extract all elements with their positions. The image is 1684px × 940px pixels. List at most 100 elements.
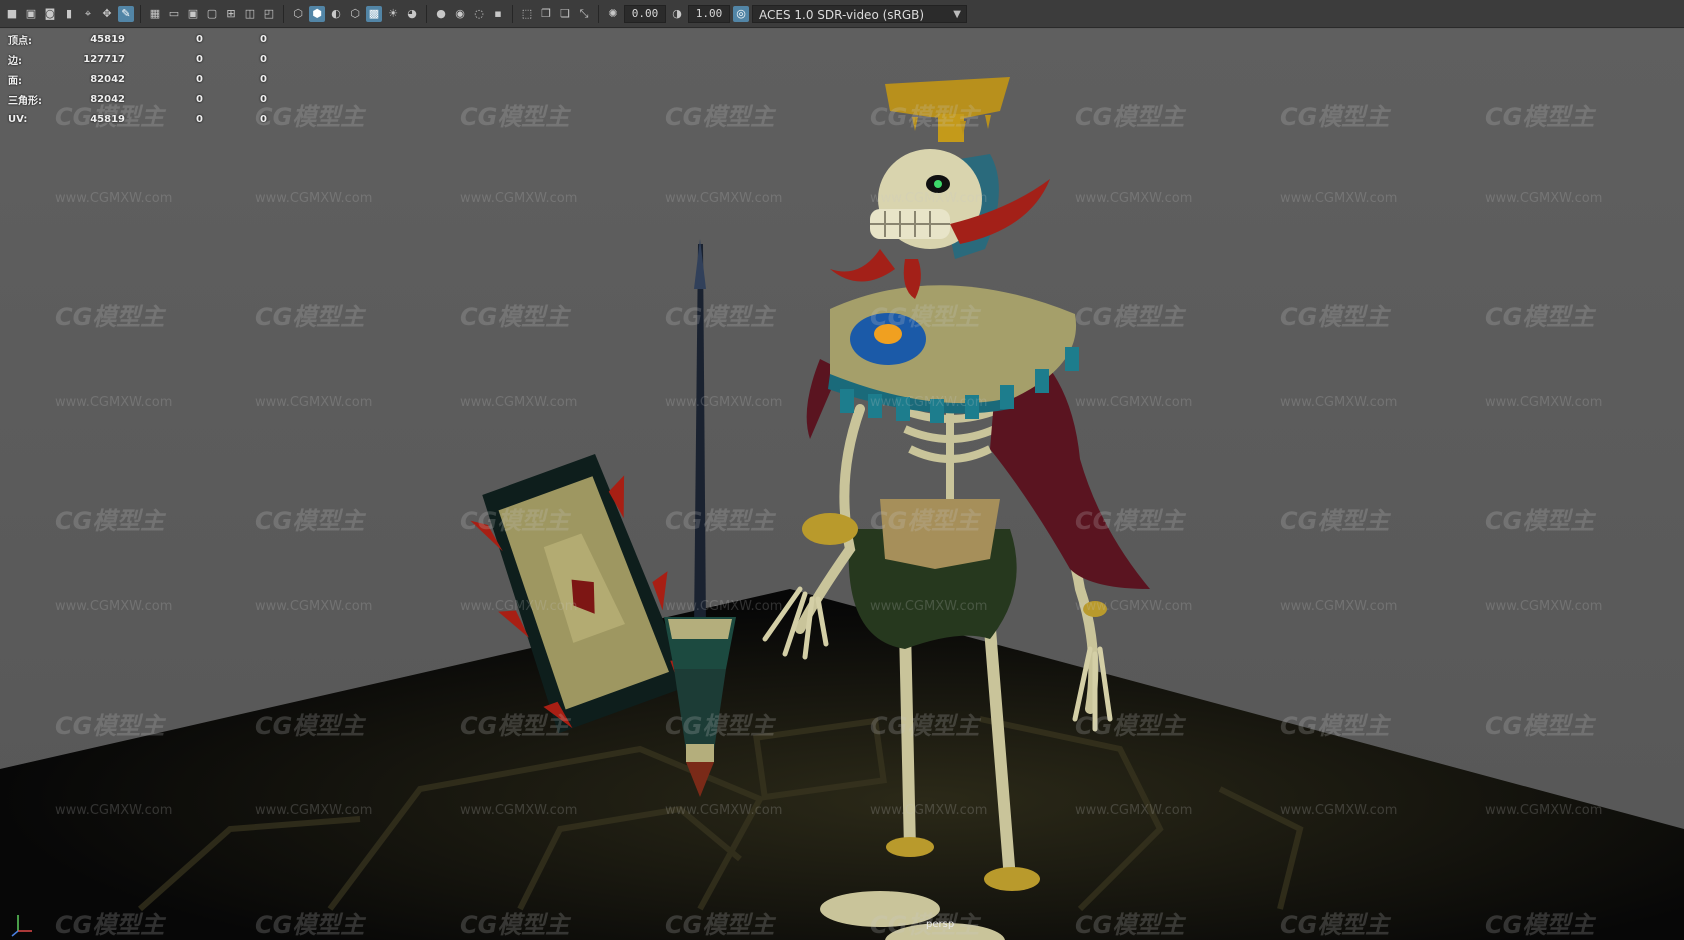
watermark-logo: CG模型主 bbox=[255, 911, 365, 939]
watermark-logo: CG模型主 bbox=[1075, 911, 1185, 939]
watermark-logo: CG模型主 bbox=[1075, 103, 1185, 131]
watermark-logo: CG模型主 bbox=[1075, 712, 1185, 740]
watermark-logo: CG模型主 bbox=[1485, 911, 1595, 939]
watermark-logo: CG模型主 bbox=[1280, 712, 1390, 740]
watermark-logo: CG模型主 bbox=[460, 712, 570, 740]
resolution-gate-icon[interactable]: ▣ bbox=[185, 6, 201, 22]
watermark-logo: CG模型主 bbox=[255, 103, 365, 131]
view-transform-select[interactable]: ACES 1.0 SDR-video (sRGB) ▼ bbox=[752, 4, 967, 23]
camera-attributes-icon[interactable]: ▣ bbox=[23, 6, 39, 22]
watermark-logo: CG模型主 bbox=[1280, 303, 1390, 331]
grid-icon[interactable]: ▦ bbox=[147, 6, 163, 22]
hud-value: 0 bbox=[196, 93, 203, 105]
watermark-url: www.CGMXW.com bbox=[1485, 191, 1603, 206]
watermark-logo: CG模型主 bbox=[1280, 507, 1390, 535]
textured-icon[interactable]: ▩ bbox=[366, 5, 382, 22]
hud-row: 三角形: 82042 0 0 bbox=[8, 89, 267, 109]
watermark-url: www.CGMXW.com bbox=[665, 191, 783, 206]
watermark-url: www.CGMXW.com bbox=[1280, 599, 1398, 614]
film-gate-icon[interactable]: ▭ bbox=[166, 6, 182, 22]
watermark-url: www.CGMXW.com bbox=[1075, 191, 1193, 206]
poly-count-hud: 顶点: 45819 0 0 边: 127717 0 0 面: 82042 0 0 三角形: 82042 0 0… bbox=[8, 29, 267, 129]
watermark-logo: CG模型主 bbox=[255, 507, 365, 535]
two-d-pan-zoom-icon[interactable]: ✥ bbox=[99, 6, 115, 22]
viewport-toolbar: ■ ▣ ◙ ▮ ⌖ ✥ ✎ ▦ ▭ ▣ ▢ ⊞ ◫ ◰ ⬡ ⬢ ◐ ⬡ ▩ ☀ … bbox=[0, 0, 1684, 28]
image-plane-icon[interactable]: ⌖ bbox=[80, 6, 96, 22]
depth-of-field-icon[interactable]: ▪ bbox=[490, 6, 506, 22]
watermark-logo: CG模型主 bbox=[665, 303, 775, 331]
watermark-url: www.CGMXW.com bbox=[1485, 803, 1603, 818]
field-chart-icon[interactable]: ⊞ bbox=[223, 6, 239, 22]
isolate-select-icon[interactable]: ⬚ bbox=[519, 6, 535, 22]
bookmark-icon[interactable]: ▮ bbox=[61, 6, 77, 22]
wireframe-icon[interactable]: ⬡ bbox=[290, 6, 306, 22]
hud-value: 0 bbox=[260, 33, 267, 45]
watermark-url: www.CGMXW.com bbox=[255, 803, 373, 818]
watermark-logo: CG模型主 bbox=[55, 303, 165, 331]
gamma-field[interactable]: 1.00 bbox=[688, 4, 730, 23]
watermark-url: www.CGMXW.com bbox=[1280, 803, 1398, 818]
exposure-icon[interactable]: ✺ bbox=[605, 6, 621, 22]
watermark-url: www.CGMXW.com bbox=[55, 395, 173, 410]
watermark-logo: CG模型主 bbox=[255, 303, 365, 331]
smooth-shade-icon[interactable]: ⬢ bbox=[309, 5, 325, 22]
chevron-down-icon: ▼ bbox=[953, 8, 961, 20]
axis-gizmo bbox=[8, 909, 38, 940]
watermark-url: www.CGMXW.com bbox=[870, 191, 988, 206]
watermark-logo: CG模型主 bbox=[1075, 303, 1185, 331]
wireframe-on-shaded-icon[interactable]: ⬡ bbox=[347, 6, 363, 22]
xray-icon[interactable]: ❐ bbox=[538, 6, 554, 22]
hud-value: 45819 bbox=[90, 33, 125, 45]
color-management-icon[interactable]: ◎ bbox=[733, 5, 749, 22]
watermark-logo: CG模型主 bbox=[870, 303, 980, 331]
watermark-logo: CG模型主 bbox=[460, 911, 570, 939]
default-material-icon[interactable]: ◐ bbox=[328, 6, 344, 22]
watermark-url: www.CGMXW.com bbox=[870, 803, 988, 818]
hud-label: 面: bbox=[8, 75, 22, 87]
xray-active-components-icon[interactable]: ❏ bbox=[557, 6, 573, 22]
hud-value: 0 bbox=[196, 73, 203, 85]
watermark-url: www.CGMXW.com bbox=[1075, 395, 1193, 410]
watermark-url: www.CGMXW.com bbox=[1075, 803, 1193, 818]
gamma-icon[interactable]: ◑ bbox=[669, 6, 685, 22]
gate-mask-icon[interactable]: ▢ bbox=[204, 6, 220, 22]
safe-action-icon[interactable]: ◫ bbox=[242, 6, 258, 22]
toolbar-separator bbox=[283, 4, 284, 23]
watermark-url: www.CGMXW.com bbox=[1485, 395, 1603, 410]
hud-row: 面: 82042 0 0 bbox=[8, 69, 267, 89]
watermark-url: www.CGMXW.com bbox=[1075, 599, 1193, 614]
watermark-logo: CG模型主 bbox=[55, 712, 165, 740]
hud-value: 0 bbox=[260, 53, 267, 65]
use-all-lights-icon[interactable]: ☀ bbox=[385, 6, 401, 22]
watermark-logo: CG模型主 bbox=[460, 103, 570, 131]
watermark-logo: CG模型主 bbox=[665, 103, 775, 131]
exposure-field[interactable]: 0.00 bbox=[624, 4, 666, 23]
hud-value: 0 bbox=[260, 113, 267, 125]
motion-blur-icon[interactable]: ◉ bbox=[452, 6, 468, 22]
hud-row: 顶点: 45819 0 0 bbox=[8, 29, 267, 49]
watermark-url: www.CGMXW.com bbox=[255, 599, 373, 614]
watermark-logo: CG模型主 bbox=[460, 507, 570, 535]
grease-pencil-icon[interactable]: ✎ bbox=[118, 5, 134, 22]
hud-value: 0 bbox=[260, 73, 267, 85]
watermark-url: www.CGMXW.com bbox=[1280, 191, 1398, 206]
watermark-url: www.CGMXW.com bbox=[55, 803, 173, 818]
hud-row: 边: 127717 0 0 bbox=[8, 49, 267, 69]
safe-title-icon[interactable]: ◰ bbox=[261, 6, 277, 22]
anti-aliasing-icon[interactable]: ◌ bbox=[471, 6, 487, 22]
watermark-url: www.CGMXW.com bbox=[255, 395, 373, 410]
watermark-logo: CG模型主 bbox=[1485, 507, 1595, 535]
shadows-icon[interactable]: ◕ bbox=[404, 6, 420, 22]
watermark-logo: CG模型主 bbox=[1485, 712, 1595, 740]
screen-space-ao-icon[interactable]: ● bbox=[433, 6, 449, 22]
perspective-viewport[interactable]: CG模型主 CG模型主 CG模型主 CG模型主 CG模型主 CG模型主 CG模型主 CG模型主… bbox=[0, 29, 1684, 940]
xray-joints-icon[interactable]: ⤡ bbox=[576, 6, 592, 22]
hud-value: 0 bbox=[196, 113, 203, 125]
hud-label: 边: bbox=[8, 55, 22, 67]
watermark-logo: CG模型主 bbox=[1485, 303, 1595, 331]
bookmark-camera-icon[interactable]: ◙ bbox=[42, 6, 58, 22]
watermark-url: www.CGMXW.com bbox=[1280, 395, 1398, 410]
hud-value: 82042 bbox=[90, 73, 125, 85]
camera-icon[interactable]: ■ bbox=[4, 6, 20, 22]
hud-value: 0 bbox=[260, 93, 267, 105]
